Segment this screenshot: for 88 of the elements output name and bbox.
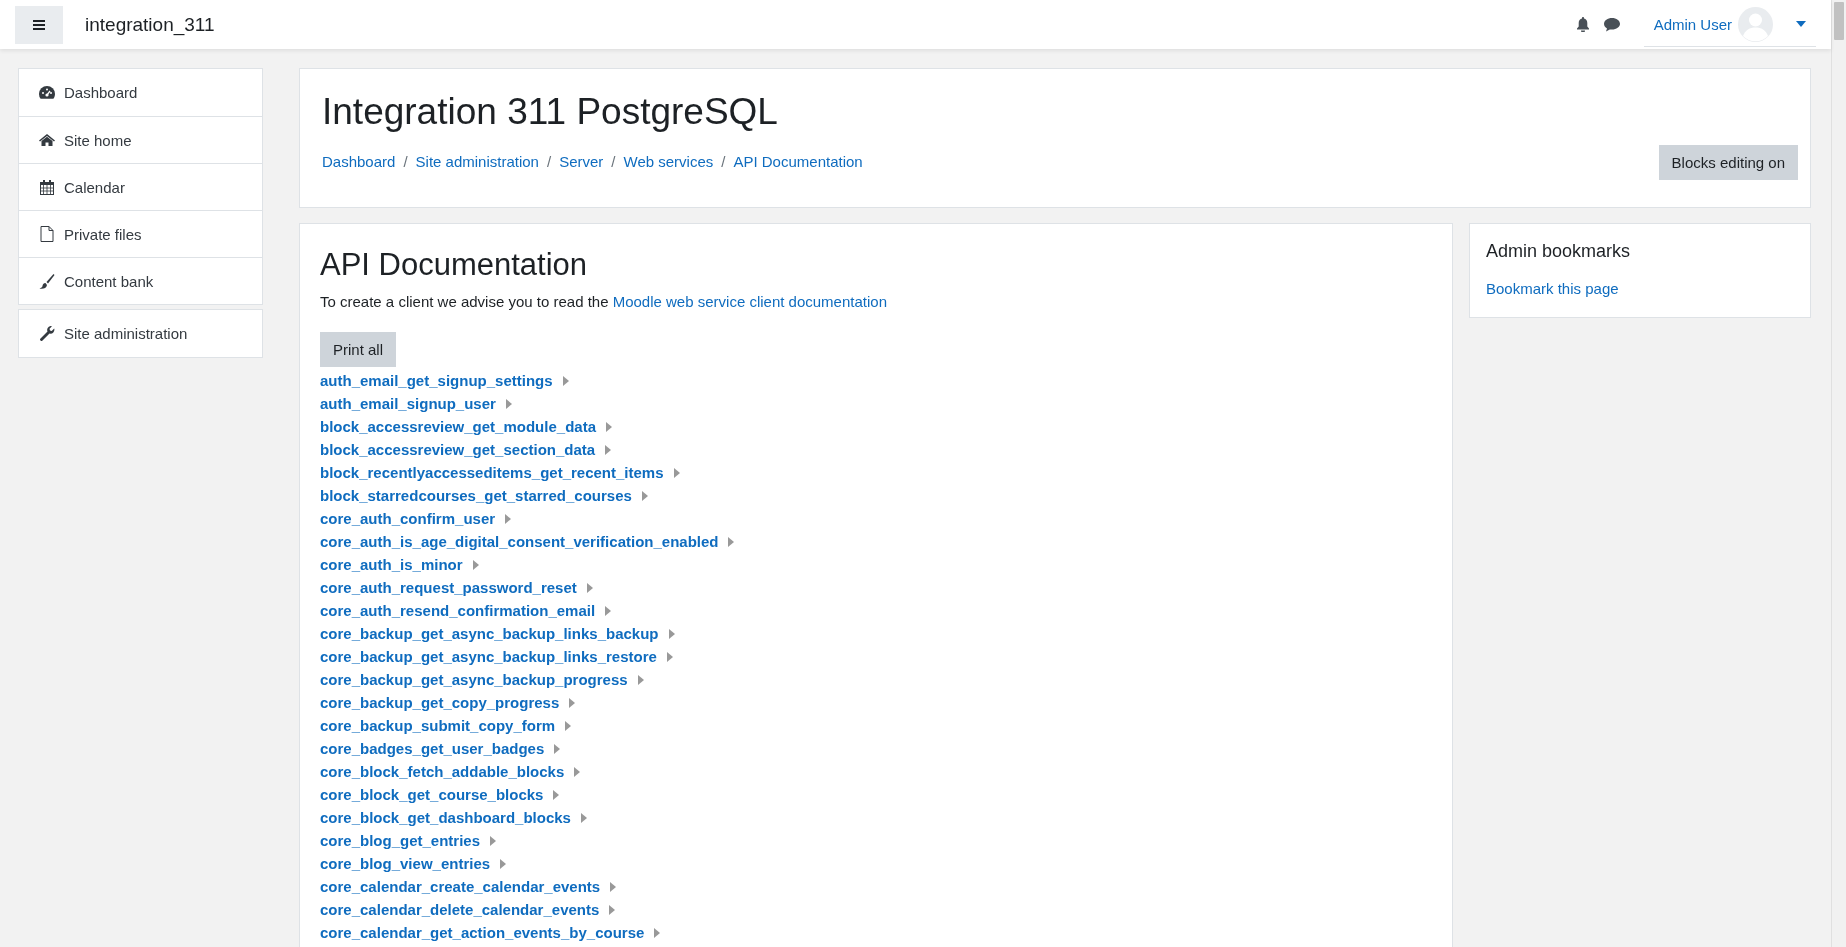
function-link[interactable]: core_backup_get_async_backup_progress (320, 671, 628, 688)
expand-arrow-icon[interactable] (500, 858, 507, 869)
expand-arrow-icon[interactable] (728, 536, 735, 547)
expand-arrow-icon[interactable] (554, 743, 561, 754)
nav-item[interactable]: Calendar (19, 163, 262, 210)
calendar-icon (39, 179, 55, 195)
function-link[interactable]: core_auth_confirm_user (320, 510, 496, 527)
breadcrumb-link[interactable]: Dashboard (322, 153, 396, 170)
expand-arrow-icon[interactable] (565, 720, 572, 731)
nav-item[interactable]: Content bank (19, 257, 262, 304)
page-title: Integration 311 PostgreSQL (322, 91, 779, 133)
user-menu[interactable]: Admin User (1643, 2, 1816, 47)
function-link[interactable]: block_accessreview_get_module_data (320, 418, 596, 435)
scrollbar-thumb[interactable] (1834, 2, 1844, 40)
scrollbar[interactable] (1831, 0, 1846, 947)
function-link[interactable]: core_auth_is_age_digital_consent_verification_enabled (320, 533, 719, 550)
function-link[interactable]: core_auth_is_minor (320, 556, 463, 573)
function-link[interactable]: core_calendar_create_calendar_events (320, 878, 601, 895)
function-link[interactable]: core_badges_get_user_badges (320, 740, 545, 757)
expand-arrow-icon[interactable] (641, 490, 648, 501)
expand-arrow-icon[interactable] (666, 651, 673, 662)
expand-arrow-icon[interactable] (490, 835, 497, 846)
dashboard-gauge-icon (39, 86, 55, 99)
function-link[interactable]: auth_email_get_signup_settings (320, 372, 553, 389)
wrench-icon (39, 326, 55, 341)
expand-arrow-icon[interactable] (637, 674, 644, 685)
function-link[interactable]: block_accessreview_get_section_data (320, 441, 596, 458)
file-icon (39, 226, 55, 242)
function-link[interactable]: block_recentlyaccesseditems_get_recent_items (320, 464, 664, 481)
expand-arrow-icon[interactable] (654, 927, 661, 938)
chat-bubble-icon[interactable] (1603, 17, 1620, 32)
expand-arrow-icon[interactable] (472, 559, 479, 570)
notification-bell-icon[interactable] (1575, 17, 1590, 32)
function-link[interactable]: core_backup_get_async_backup_links_backup (320, 625, 659, 642)
expand-arrow-icon[interactable] (586, 582, 593, 593)
breadcrumb-separator: / (403, 153, 408, 170)
function-link[interactable]: core_calendar_get_action_events_by_course (320, 924, 645, 941)
print-all-button[interactable]: Print all (320, 332, 397, 367)
expand-arrow-icon[interactable] (610, 881, 617, 892)
expand-arrow-icon[interactable] (580, 812, 587, 823)
breadcrumb-link[interactable]: Server (559, 153, 604, 170)
expand-arrow-icon[interactable] (505, 398, 512, 409)
home-icon (39, 134, 55, 146)
function-link[interactable]: core_auth_request_password_reset (320, 579, 577, 596)
paintbrush-icon (39, 273, 55, 289)
nav-item[interactable]: Site home (19, 116, 262, 163)
site-name[interactable]: integration_311 (85, 13, 215, 36)
expand-arrow-icon[interactable] (668, 628, 675, 639)
breadcrumb-separator: / (611, 153, 616, 170)
function-link[interactable]: core_backup_submit_copy_form (320, 717, 556, 734)
breadcrumb-link[interactable]: Web services (623, 153, 714, 170)
expand-arrow-icon[interactable] (574, 766, 581, 777)
expand-arrow-icon[interactable] (609, 904, 616, 915)
function-link[interactable]: core_block_get_dashboard_blocks (320, 809, 571, 826)
function-link[interactable]: core_block_get_course_blocks (320, 786, 544, 803)
caret-icon (1796, 21, 1806, 27)
expand-arrow-icon[interactable] (505, 513, 512, 524)
menu-icon (33, 19, 45, 30)
expand-arrow-icon[interactable] (673, 467, 680, 478)
nav-item[interactable]: Private files (19, 210, 262, 257)
breadcrumb-separator: / (721, 153, 726, 170)
nav-item[interactable]: Dashboard (19, 69, 262, 116)
nav-item[interactable]: Site administration (19, 310, 262, 357)
expand-arrow-icon[interactable] (605, 605, 612, 616)
expand-arrow-icon[interactable] (605, 444, 612, 455)
expand-arrow-icon[interactable] (569, 697, 576, 708)
expand-arrow-icon[interactable] (562, 375, 569, 386)
function-link[interactable]: block_starredcourses_get_starred_courses (320, 487, 632, 504)
function-link[interactable]: core_blog_view_entries (320, 855, 491, 872)
block-title: Admin bookmarks (1486, 241, 1632, 262)
intro-text: To create a client we advise you to read the Moodle web service client documentation (320, 293, 888, 310)
function-link[interactable]: core_block_fetch_addable_blocks (320, 763, 565, 780)
breadcrumb-link[interactable]: Site administration (415, 153, 539, 170)
function-link[interactable]: core_auth_resend_confirmation_email (320, 602, 596, 619)
menu-button[interactable] (15, 5, 63, 44)
blocks-editing-button[interactable]: Blocks editing on (1658, 145, 1798, 180)
function-link[interactable]: core_backup_get_async_backup_links_restore (320, 648, 657, 665)
function-link[interactable]: core_calendar_delete_calendar_events (320, 901, 600, 918)
section-title: API Documentation (320, 247, 589, 283)
function-link[interactable]: auth_email_signup_user (320, 395, 496, 412)
expand-arrow-icon[interactable] (553, 789, 560, 800)
function-link[interactable]: core_backup_get_copy_progress (320, 694, 560, 711)
expand-arrow-icon[interactable] (606, 421, 612, 432)
breadcrumb-link[interactable]: API Documentation (733, 153, 863, 170)
documentation-link[interactable]: Moodle web service client documentation (612, 293, 887, 310)
function-link[interactable]: core_blog_get_entries (320, 832, 481, 849)
bookmark-link[interactable]: Bookmark this page (1486, 280, 1619, 297)
breadcrumb-separator: / (546, 153, 552, 170)
